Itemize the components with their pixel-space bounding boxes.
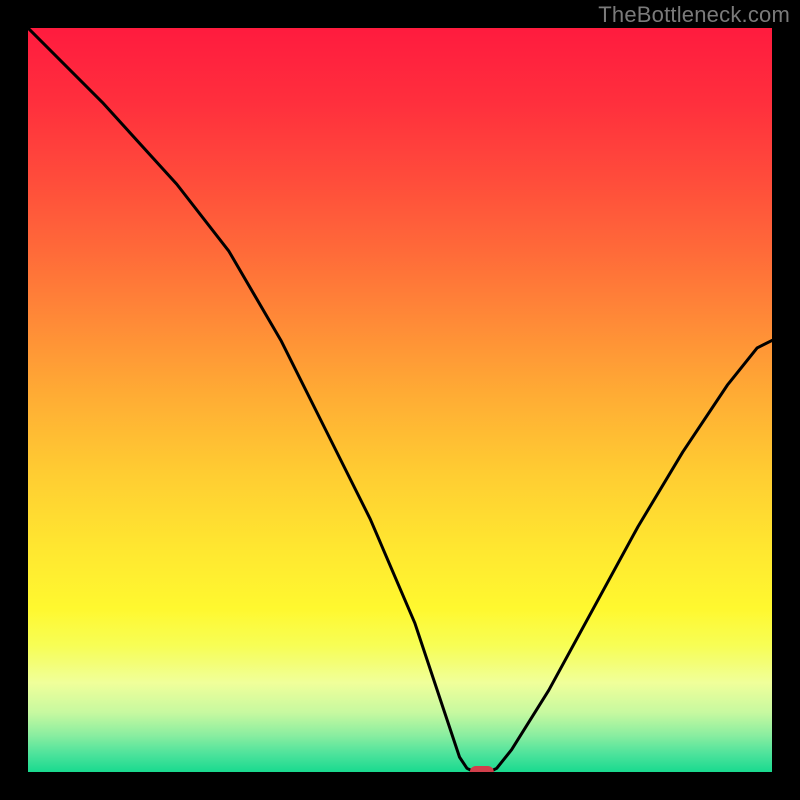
gradient-background <box>28 28 772 772</box>
optimum-marker <box>470 766 494 772</box>
watermark-label: TheBottleneck.com <box>598 2 790 28</box>
bottleneck-curve-chart <box>28 28 772 772</box>
chart-frame: TheBottleneck.com <box>0 0 800 800</box>
